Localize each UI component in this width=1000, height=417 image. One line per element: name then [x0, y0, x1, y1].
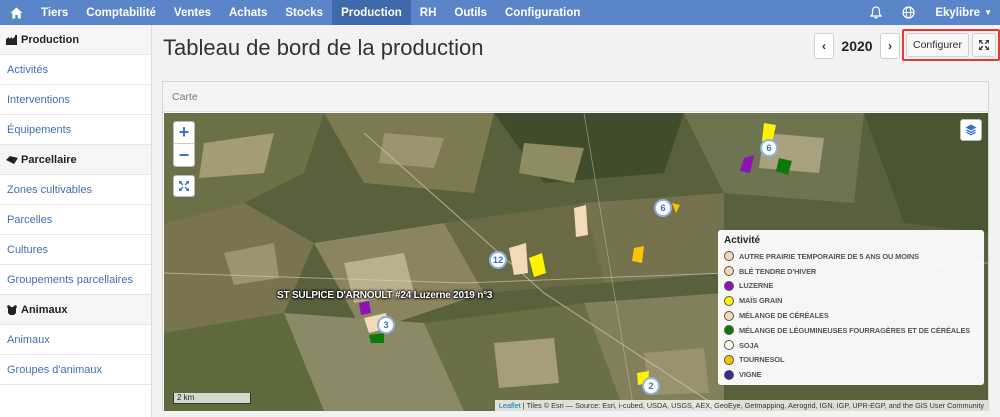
map-cell: Carte + − 6 6 12 3 2 ST SULPICE D'ARNOUL…	[162, 81, 989, 411]
sidebar-item-animaux[interactable]: Animaux	[0, 325, 151, 355]
bell-icon	[870, 6, 883, 19]
map-view[interactable]: + − 6 6 12 3 2 ST SULPICE D'ARNOULT #24 …	[164, 113, 988, 411]
legend-label: AUTRE PRAIRIE TEMPORAIRE DE 5 ANS OU MOI…	[739, 251, 919, 261]
legend-label: MÉLANGE DE CÉRÉALES	[739, 311, 829, 321]
language-button[interactable]	[892, 6, 925, 19]
leaflet-link[interactable]: Leaflet	[499, 401, 521, 410]
legend-item: TOURNESOL	[724, 353, 978, 368]
legend-swatch	[724, 354, 734, 365]
legend-swatch	[724, 251, 734, 262]
legend-item: MAÏS GRAIN	[724, 293, 978, 308]
sidebar-section-production: Production	[0, 25, 151, 55]
sidebar-item-equipements[interactable]: Équipements	[0, 115, 151, 145]
nav-rh[interactable]: RH	[411, 0, 446, 25]
nav-achats[interactable]: Achats	[220, 0, 276, 25]
sidebar: Production Activités Interventions Équip…	[0, 25, 152, 417]
cell-title: Carte	[163, 82, 988, 112]
zoom-in-button[interactable]: +	[174, 122, 194, 144]
plus-icon: +	[178, 122, 190, 142]
cluster-marker[interactable]: 3	[377, 316, 395, 334]
parcel-tooltip: ST SULPICE D'ARNOULT #24 Luzerne 2019 n°…	[277, 290, 493, 301]
sidebar-item-zones-cultivables[interactable]: Zones cultivables	[0, 175, 151, 205]
chevron-right-icon: ›	[888, 39, 892, 53]
cluster-marker[interactable]: 6	[760, 139, 778, 157]
sidebar-item-interventions[interactable]: Interventions	[0, 85, 151, 115]
caret-down-icon: ▼	[984, 8, 992, 17]
sidebar-section-parcellaire: Parcellaire	[0, 145, 151, 175]
activity-legend: Activité AUTRE PRAIRIE TEMPORAIRE DE 5 A…	[718, 230, 984, 385]
nav-outils[interactable]: Outils	[445, 0, 496, 25]
home-button[interactable]	[0, 0, 32, 25]
legend-item: SOJA	[724, 338, 978, 353]
cluster-marker[interactable]: 12	[489, 251, 507, 269]
expand-icon	[979, 40, 989, 50]
legend-label: LUZERNE	[739, 281, 774, 291]
configure-button[interactable]: Configurer	[906, 33, 969, 57]
legend-label: VIGNE	[739, 370, 762, 380]
production-icon	[6, 34, 18, 45]
attribution-text: | Tiles © Esri — Source: Esri, i-cubed, …	[520, 401, 984, 410]
page-title: Tableau de bord de la production	[163, 35, 484, 60]
previous-year-button[interactable]: ‹	[814, 33, 834, 59]
nav-tiers[interactable]: Tiers	[32, 0, 77, 25]
expand-icon	[179, 181, 189, 191]
land-parcel-icon	[6, 154, 18, 165]
next-year-button[interactable]: ›	[880, 33, 900, 59]
user-menu[interactable]: Ekylibre ▼	[925, 7, 1000, 19]
sidebar-section-title: Production	[21, 33, 80, 46]
animal-icon	[6, 304, 18, 315]
map-attribution: Leaflet | Tiles © Esri — Source: Esri, i…	[494, 400, 988, 411]
legend-item: VIGNE	[724, 367, 978, 382]
legend-label: TOURNESOL	[739, 355, 785, 365]
legend-swatch	[724, 280, 734, 291]
map-scale: 2 km	[173, 393, 251, 404]
home-icon	[10, 7, 22, 18]
legend-swatch	[724, 310, 734, 321]
nav-ventes[interactable]: Ventes	[165, 0, 220, 25]
globe-icon	[902, 6, 915, 19]
sidebar-item-parcelles[interactable]: Parcelles	[0, 205, 151, 235]
nav-production[interactable]: Production	[332, 0, 411, 25]
map-fullscreen-button[interactable]	[173, 175, 195, 197]
legend-label: BLÉ TENDRE D'HIVER	[739, 266, 817, 276]
legend-swatch	[724, 369, 734, 380]
zoom-out-button[interactable]: −	[174, 144, 194, 166]
legend-swatch	[724, 295, 734, 306]
layers-icon	[965, 124, 977, 136]
chevron-left-icon: ‹	[822, 39, 826, 53]
legend-item: LUZERNE	[724, 279, 978, 294]
year-value: 2020	[841, 38, 873, 54]
legend-item: AUTRE PRAIRIE TEMPORAIRE DE 5 ANS OU MOI…	[724, 249, 978, 264]
nav-configuration[interactable]: Configuration	[496, 0, 589, 25]
sidebar-item-groupes-animaux[interactable]: Groupes d'animaux	[0, 355, 151, 385]
minus-icon: −	[178, 144, 190, 165]
fullscreen-button[interactable]	[972, 33, 996, 57]
sidebar-section-title: Animaux	[21, 303, 68, 316]
legend-title: Activité	[724, 235, 761, 246]
layers-button[interactable]	[960, 119, 982, 141]
sidebar-section-title: Parcellaire	[21, 153, 77, 166]
sidebar-section-animaux: Animaux	[0, 295, 151, 325]
legend-label: MÉLANGE DE LÉGUMINEUSES FOURRAGÈRES ET D…	[739, 325, 971, 335]
zoom-control: + −	[173, 121, 195, 167]
nav-comptabilite[interactable]: Comptabilité	[77, 0, 165, 25]
top-navigation-bar: Tiers Comptabilité Ventes Achats Stocks …	[0, 0, 1000, 25]
sidebar-item-groupements-parcellaires[interactable]: Groupements parcellaires	[0, 265, 151, 295]
legend-swatch	[724, 325, 734, 336]
sidebar-item-cultures[interactable]: Cultures	[0, 235, 151, 265]
legend-item: BLÉ TENDRE D'HIVER	[724, 264, 978, 279]
legend-swatch	[724, 340, 734, 351]
legend-swatch	[724, 266, 734, 277]
nav-stocks[interactable]: Stocks	[276, 0, 332, 25]
notifications-button[interactable]	[860, 6, 892, 19]
legend-label: MAÏS GRAIN	[739, 296, 783, 306]
legend-item: MÉLANGE DE CÉRÉALES	[724, 308, 978, 323]
cluster-marker[interactable]: 2	[642, 377, 660, 395]
user-name: Ekylibre	[935, 6, 981, 19]
cluster-marker[interactable]: 6	[654, 199, 672, 217]
legend-label: SOJA	[739, 340, 759, 350]
legend-item: MÉLANGE DE LÉGUMINEUSES FOURRAGÈRES ET D…	[724, 323, 978, 338]
sidebar-item-activites[interactable]: Activités	[0, 55, 151, 85]
